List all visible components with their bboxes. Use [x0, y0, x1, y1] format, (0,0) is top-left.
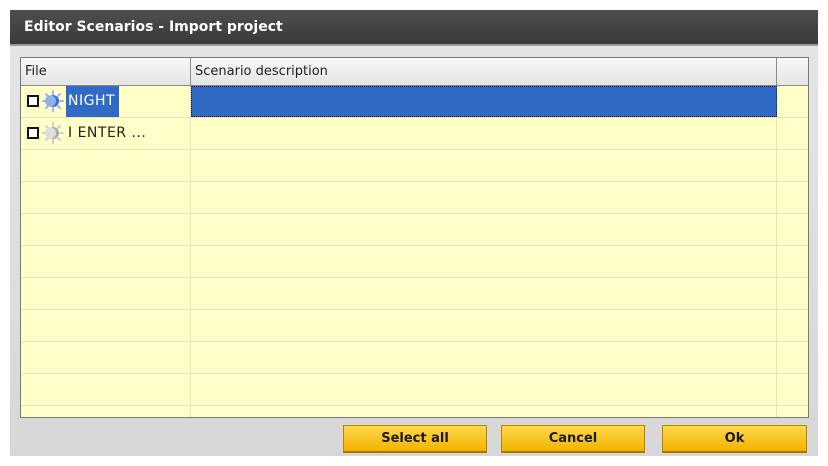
file-name: NIGHT — [66, 86, 120, 117]
import-project-dialog: Editor Scenarios - Import project File S… — [10, 10, 818, 456]
enter-scenario-icon — [42, 122, 64, 144]
column-header-description[interactable]: Scenario description — [191, 58, 777, 85]
dialog-title: Editor Scenarios - Import project — [10, 10, 818, 46]
file-name: I ENTER ... — [68, 125, 147, 141]
select-all-button[interactable]: Select all — [343, 425, 487, 453]
extra-cell — [777, 86, 808, 117]
empty-row — [21, 150, 808, 182]
empty-row — [21, 214, 808, 246]
empty-row — [21, 246, 808, 278]
column-header-extra[interactable] — [777, 58, 808, 85]
empty-row — [21, 182, 808, 214]
grid-header: File Scenario description — [21, 58, 808, 86]
empty-row — [21, 374, 808, 406]
cancel-button[interactable]: Cancel — [501, 425, 645, 453]
scenario-grid[interactable]: File Scenario description NIGHT I ENTER … — [20, 57, 809, 418]
empty-row — [21, 310, 808, 342]
table-row[interactable]: NIGHT — [21, 86, 808, 118]
empty-row — [21, 406, 808, 417]
night-scenario-icon — [42, 90, 64, 112]
description-cell[interactable] — [191, 86, 777, 117]
empty-row — [21, 278, 808, 310]
file-cell[interactable]: NIGHT — [21, 86, 191, 117]
table-row[interactable]: I ENTER ... — [21, 118, 808, 150]
row-checkbox[interactable] — [27, 95, 39, 107]
grid-rows: NIGHT I ENTER ... — [21, 86, 808, 417]
extra-cell — [777, 118, 808, 149]
description-cell[interactable] — [191, 118, 777, 149]
ok-button[interactable]: Ok — [662, 425, 807, 453]
file-cell[interactable]: I ENTER ... — [21, 118, 191, 149]
column-header-file[interactable]: File — [21, 58, 191, 85]
row-checkbox[interactable] — [27, 127, 39, 139]
empty-row — [21, 342, 808, 374]
